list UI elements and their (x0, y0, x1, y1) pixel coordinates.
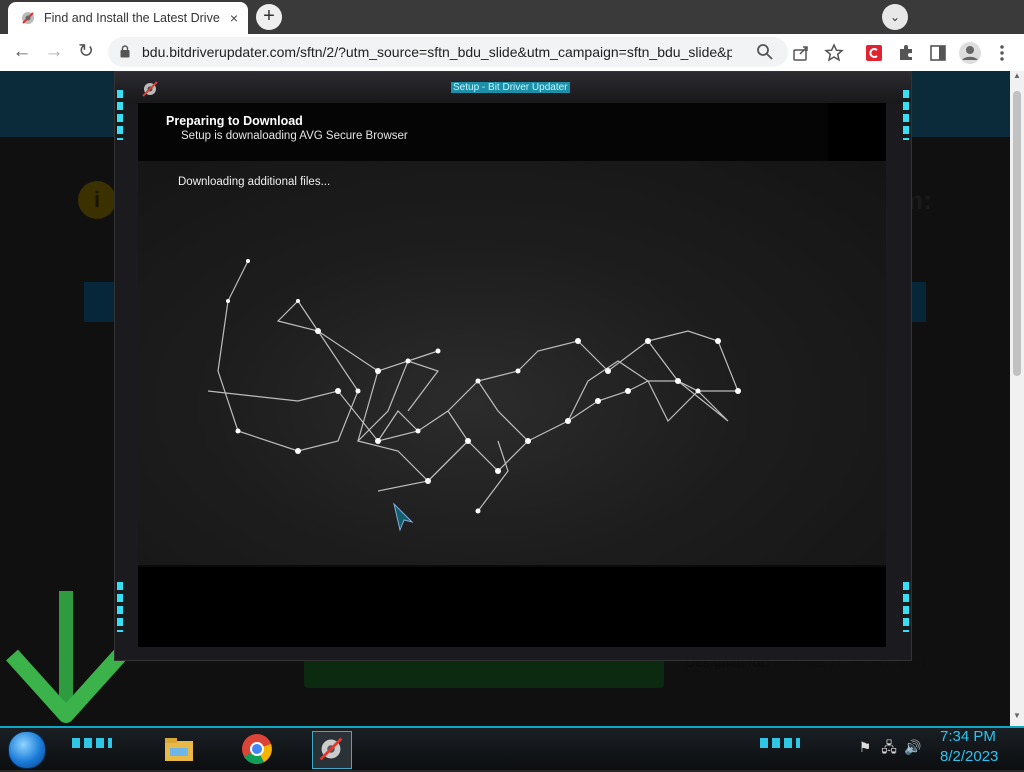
page-scrollbar[interactable]: ▲ ▼ (1010, 71, 1024, 726)
puzzle-icon[interactable] (896, 43, 916, 63)
tab-strip: Find and Install the Latest Drivers × + … (0, 0, 1024, 34)
mouse-cursor-icon (393, 502, 414, 532)
tab-title: Find and Install the Latest Drivers (44, 11, 220, 25)
download-status: Downloading additional files... (178, 176, 331, 188)
setup-dialog: Setup - Bit Driver Updater Preparing to … (114, 71, 912, 661)
forward-button[interactable]: → (40, 38, 68, 66)
scroll-up-arrow-icon[interactable]: ▲ (1012, 71, 1022, 85)
network-icon[interactable]: 🖧 (880, 738, 898, 756)
new-tab-button[interactable]: + (256, 4, 282, 30)
frame-cyan-decoration (903, 90, 909, 140)
url-text[interactable]: bdu.bitdriverupdater.com/sftn/2/?utm_sou… (142, 44, 732, 60)
chrome-icon[interactable] (238, 731, 276, 767)
setup-gear-icon (142, 81, 158, 97)
dialog-body: Preparing to Download Setup is downaload… (138, 103, 886, 647)
volume-icon[interactable]: 🔊 (904, 738, 922, 756)
tab-search-button[interactable]: ⌄ (882, 4, 908, 30)
address-bar[interactable]: bdu.bitdriverupdater.com/sftn/2/?utm_sou… (108, 37, 788, 67)
download-arrow-icon (6, 591, 126, 723)
scroll-down-arrow-icon[interactable]: ▼ (1012, 711, 1022, 725)
frame-cyan-decoration (117, 90, 123, 140)
bitdriver-favicon-icon (22, 12, 34, 24)
setup-icon[interactable] (312, 731, 352, 769)
browser-toolbar: ← → ↻ bdu.bitdriverupdater.com/sftn/2/?u… (0, 34, 1024, 72)
taskbar-decoration (72, 738, 112, 748)
dialog-heading: Preparing to Download (166, 114, 303, 128)
info-icon: i (78, 181, 116, 219)
dialog-title: Setup - Bit Driver Updater (451, 82, 570, 93)
dialog-footer (138, 565, 886, 647)
scrollbar-thumb[interactable] (1013, 91, 1021, 376)
reload-button[interactable]: ↻ (72, 38, 100, 66)
taskbar: ⚑ 🖧 🔊 7:34 PM 8/2/2023 (0, 726, 1024, 770)
browser-tab[interactable]: Find and Install the Latest Drivers × (8, 2, 248, 34)
file-explorer-icon[interactable] (160, 731, 198, 767)
extension-c-icon[interactable] (864, 43, 884, 63)
sidepanel-icon[interactable] (928, 43, 948, 63)
tab-close-button[interactable]: × (224, 8, 244, 28)
clock-time[interactable]: 7:34 PM (940, 728, 996, 745)
star-icon[interactable] (824, 43, 844, 63)
share-icon[interactable] (792, 44, 810, 62)
search-icon[interactable] (754, 41, 776, 63)
taskbar-decoration (760, 738, 800, 748)
profile-icon[interactable] (958, 41, 982, 65)
menu-icon[interactable] (994, 43, 1010, 63)
lock-icon (120, 45, 130, 58)
dialog-subheading: Setup is downaloading AVG Secure Browser (181, 130, 408, 142)
frame-cyan-decoration (117, 582, 123, 632)
clock-date[interactable]: 8/2/2023 (940, 748, 998, 765)
start-button[interactable] (8, 731, 46, 769)
frame-cyan-decoration (903, 582, 909, 632)
dialog-header: Preparing to Download Setup is downaload… (138, 103, 828, 161)
dialog-content: Downloading additional files... (138, 161, 886, 565)
action-center-flag-icon[interactable]: ⚑ (856, 738, 874, 756)
network-graphic (207, 259, 741, 514)
dialog-titlebar[interactable]: Setup - Bit Driver Updater (115, 72, 911, 104)
back-button[interactable]: ← (8, 38, 36, 66)
